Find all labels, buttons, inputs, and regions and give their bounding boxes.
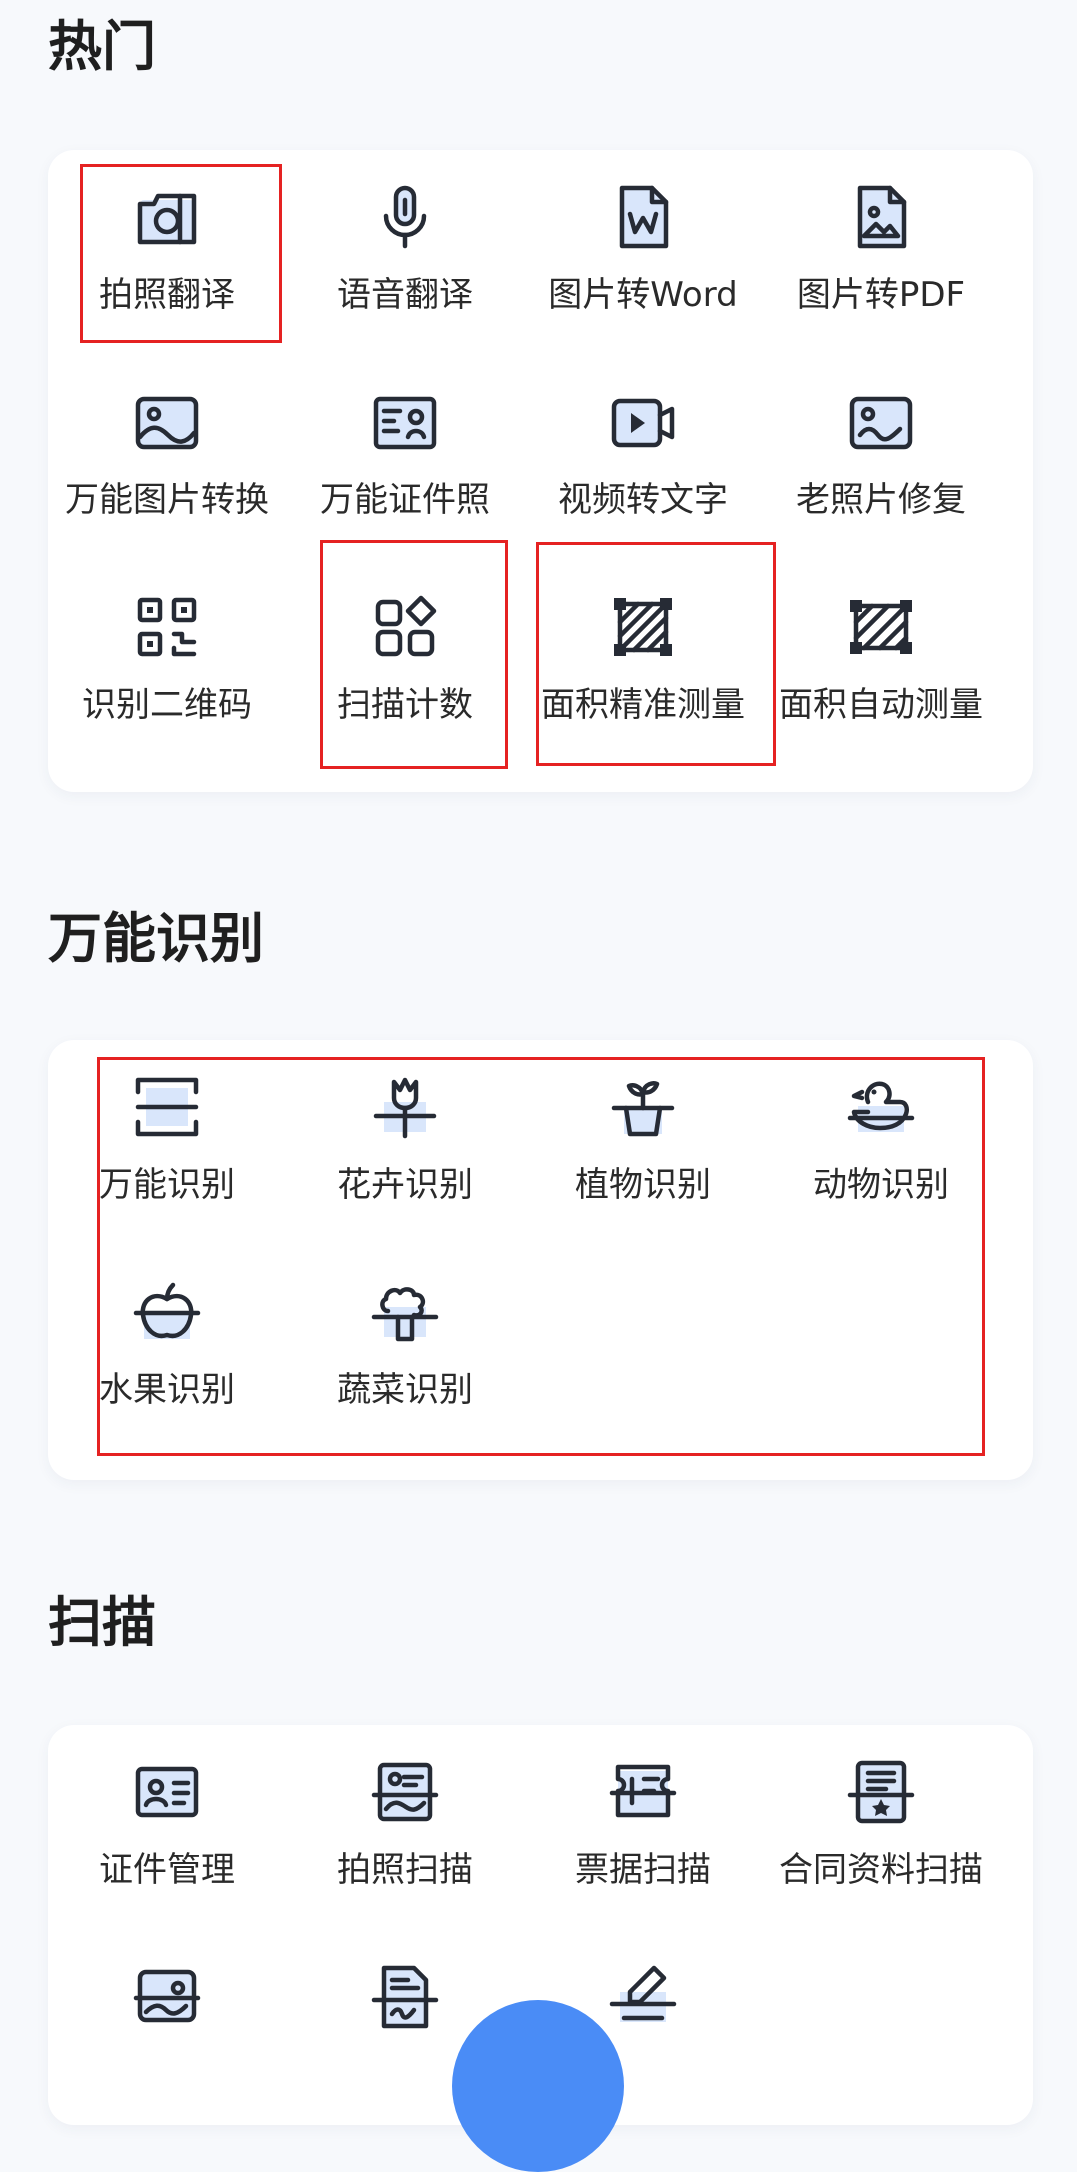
pdf-image-document-icon <box>846 182 916 252</box>
tool-label: 花卉识别 <box>337 1165 473 1205</box>
recognition-card: 万能识别 花卉识别 植物识别 动物识别 水果识别 蔬菜识别 <box>48 1040 1033 1480</box>
tool-universal-recognition[interactable]: 万能识别 <box>48 1040 286 1230</box>
word-document-icon <box>608 182 678 252</box>
tool-label: 合同资料扫描 <box>779 1850 983 1890</box>
contract-scan-icon <box>846 1757 916 1827</box>
area-measure-icon <box>608 592 678 662</box>
flower-icon <box>370 1072 440 1142</box>
tool-label: 老照片修复 <box>796 480 966 520</box>
tool-label: 图片转Word <box>548 275 738 315</box>
ticket-scan-icon <box>608 1757 678 1827</box>
tool-photo-scan[interactable]: 拍照扫描 <box>286 1725 524 1915</box>
tool-qr-code[interactable]: 识别二维码 <box>48 560 286 750</box>
tool-label: 票据扫描 <box>575 1850 711 1890</box>
tool-label: 扫描计数 <box>337 685 473 725</box>
tool-label: 万能证件照 <box>320 480 490 520</box>
tool-contract-scan[interactable]: 合同资料扫描 <box>762 1725 1000 1915</box>
tool-label: 植物识别 <box>575 1165 711 1205</box>
photo-scan-icon <box>370 1757 440 1827</box>
image-scan-icon <box>132 1962 202 2032</box>
broccoli-icon <box>370 1277 440 1347</box>
tool-area-auto-measure[interactable]: 面积自动测量 <box>762 560 1000 750</box>
section-title-universal-recognition: 万能识别 <box>48 907 264 970</box>
tool-area-precise-measure[interactable]: 面积精准测量 <box>524 560 762 750</box>
tool-label: 语音翻译 <box>337 275 473 315</box>
signature-scan-icon <box>608 1962 678 2032</box>
image-convert-icon <box>132 387 202 457</box>
tool-plant-recognition[interactable]: 植物识别 <box>524 1040 762 1230</box>
tool-label: 万能图片转换 <box>65 480 269 520</box>
document-scan-icon <box>370 1962 440 2032</box>
tool-label: 面积自动测量 <box>779 685 983 725</box>
tool-label: 万能识别 <box>99 1165 235 1205</box>
plant-pot-icon <box>608 1072 678 1142</box>
tool-flower-recognition[interactable]: 花卉识别 <box>286 1040 524 1230</box>
tool-scan-count[interactable]: 扫描计数 <box>286 560 524 750</box>
old-photo-icon <box>846 387 916 457</box>
id-card-icon <box>132 1757 202 1827</box>
tool-video-to-text[interactable]: 视频转文字 <box>524 355 762 545</box>
section-title-hot: 热门 <box>48 15 156 78</box>
tool-fruit-recognition[interactable]: 水果识别 <box>48 1245 286 1435</box>
tool-label: 视频转文字 <box>558 480 728 520</box>
area-auto-measure-icon <box>846 592 916 662</box>
tool-receipt-scan[interactable]: 票据扫描 <box>524 1725 762 1915</box>
section-title-scan: 扫描 <box>48 1591 156 1654</box>
tool-photo-translate[interactable]: 拍照翻译 <box>48 150 286 340</box>
tool-vegetable-recognition[interactable]: 蔬菜识别 <box>286 1245 524 1435</box>
tool-animal-recognition[interactable]: 动物识别 <box>762 1040 1000 1230</box>
qr-code-icon <box>132 592 202 662</box>
apple-icon <box>132 1277 202 1347</box>
tool-label: 拍照扫描 <box>337 1850 473 1890</box>
tool-label: 水果识别 <box>99 1370 235 1410</box>
tool-label: 蔬菜识别 <box>337 1370 473 1410</box>
tool-image-scan[interactable] <box>48 1930 286 2120</box>
tool-label: 拍照翻译 <box>99 275 235 315</box>
tool-voice-translate[interactable]: 语音翻译 <box>286 150 524 340</box>
scan-count-icon <box>370 592 440 662</box>
tool-id-photo[interactable]: 万能证件照 <box>286 355 524 545</box>
camera-translate-icon <box>132 182 202 252</box>
tool-label: 识别二维码 <box>82 685 252 725</box>
tool-image-to-pdf[interactable]: 图片转PDF <box>762 150 1000 340</box>
microphone-icon <box>370 182 440 252</box>
tool-image-convert[interactable]: 万能图片转换 <box>48 355 286 545</box>
tool-label: 动物识别 <box>813 1165 949 1205</box>
floating-action-button[interactable] <box>452 2000 624 2172</box>
hot-tools-card: 拍照翻译 语音翻译 图片转Word 图片转PDF 万能图片转换 万能证件照 视频… <box>48 150 1033 792</box>
tool-label: 图片转PDF <box>796 275 966 315</box>
tool-image-to-word[interactable]: 图片转Word <box>524 150 762 340</box>
duck-icon <box>846 1072 916 1142</box>
tool-id-management[interactable]: 证件管理 <box>48 1725 286 1915</box>
id-photo-icon <box>370 387 440 457</box>
tool-label: 证件管理 <box>99 1850 235 1890</box>
tool-label: 面积精准测量 <box>541 685 745 725</box>
tool-old-photo-repair[interactable]: 老照片修复 <box>762 355 1000 545</box>
scan-frame-icon <box>132 1072 202 1142</box>
video-camera-icon <box>608 387 678 457</box>
